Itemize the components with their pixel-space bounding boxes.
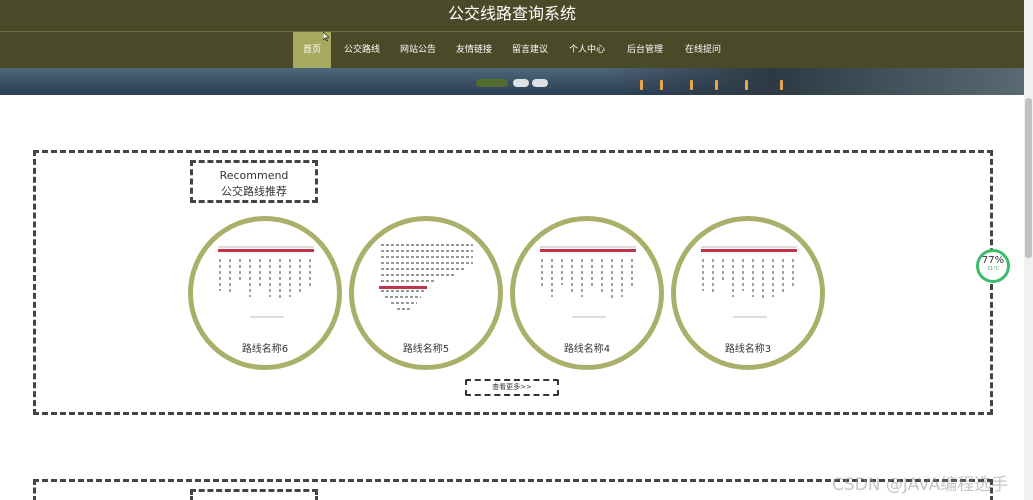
timetable-thumbnail xyxy=(697,239,801,323)
banner-light xyxy=(715,80,718,90)
route-name: 路线名称4 xyxy=(563,344,611,355)
nav-online-question[interactable]: 在线提问 xyxy=(681,32,725,69)
banner-light xyxy=(780,80,783,90)
carousel-dot-active[interactable] xyxy=(476,79,508,87)
route-name: 路线名称3 xyxy=(724,344,772,355)
timetable-thumbnail xyxy=(536,239,640,323)
nav-announcements[interactable]: 网站公告 xyxy=(396,32,440,69)
banner-light xyxy=(660,80,663,90)
nav-user-center[interactable]: 个人中心 xyxy=(565,32,609,69)
route-name: 路线名称6 xyxy=(241,344,289,355)
widget-percent: 77% xyxy=(981,255,1005,266)
second-section-heading xyxy=(190,489,318,500)
scrollbar-thumb[interactable] xyxy=(1025,98,1032,258)
timetable-thumbnail xyxy=(214,239,318,323)
banner-light xyxy=(745,80,748,90)
route-card[interactable]: 路线名称6 xyxy=(188,216,342,370)
recommend-title-en: Recommend xyxy=(219,169,289,182)
nav-admin[interactable]: 后台管理 xyxy=(623,32,667,69)
watermark: CSDN @JAVA编程选手 xyxy=(832,475,1009,495)
main-nav: 首页 公交路线 网站公告 友情链接 留言建议 个人中心 后台管理 在线提问 xyxy=(0,31,1024,69)
route-card[interactable]: 路线名称5 xyxy=(349,216,503,370)
performance-widget[interactable]: 77% 31°C xyxy=(976,249,1010,283)
recommend-heading: Recommend 公交路线推荐 xyxy=(190,160,318,203)
banner-carousel[interactable] xyxy=(0,68,1024,95)
route-card[interactable]: 路线名称4 xyxy=(510,216,664,370)
nav-friend-links[interactable]: 友情链接 xyxy=(452,32,496,69)
route-name: 路线名称5 xyxy=(402,344,450,355)
banner-light xyxy=(640,80,643,90)
site-header: 公交线路查询系统 xyxy=(0,0,1024,31)
mouse-cursor-icon xyxy=(323,32,329,41)
view-more-button[interactable]: 查看更多>> xyxy=(465,379,559,396)
timetable-thumbnail xyxy=(375,239,479,323)
widget-temp: 31°C xyxy=(986,266,1000,272)
recommend-title-cn: 公交路线推荐 xyxy=(221,185,287,198)
carousel-dot[interactable] xyxy=(532,79,548,87)
scrollbar[interactable] xyxy=(1024,0,1033,500)
nav-bus-routes[interactable]: 公交路线 xyxy=(340,32,384,69)
page: 公交线路查询系统 首页 公交路线 网站公告 友情链接 留言建议 个人中心 后台管… xyxy=(0,0,1033,500)
route-card[interactable]: 路线名称3 xyxy=(671,216,825,370)
banner-image xyxy=(604,68,1024,95)
site-title: 公交线路查询系统 xyxy=(447,4,576,23)
carousel-dot[interactable] xyxy=(513,79,529,87)
nav-feedback[interactable]: 留言建议 xyxy=(508,32,552,69)
banner-light xyxy=(690,80,693,90)
